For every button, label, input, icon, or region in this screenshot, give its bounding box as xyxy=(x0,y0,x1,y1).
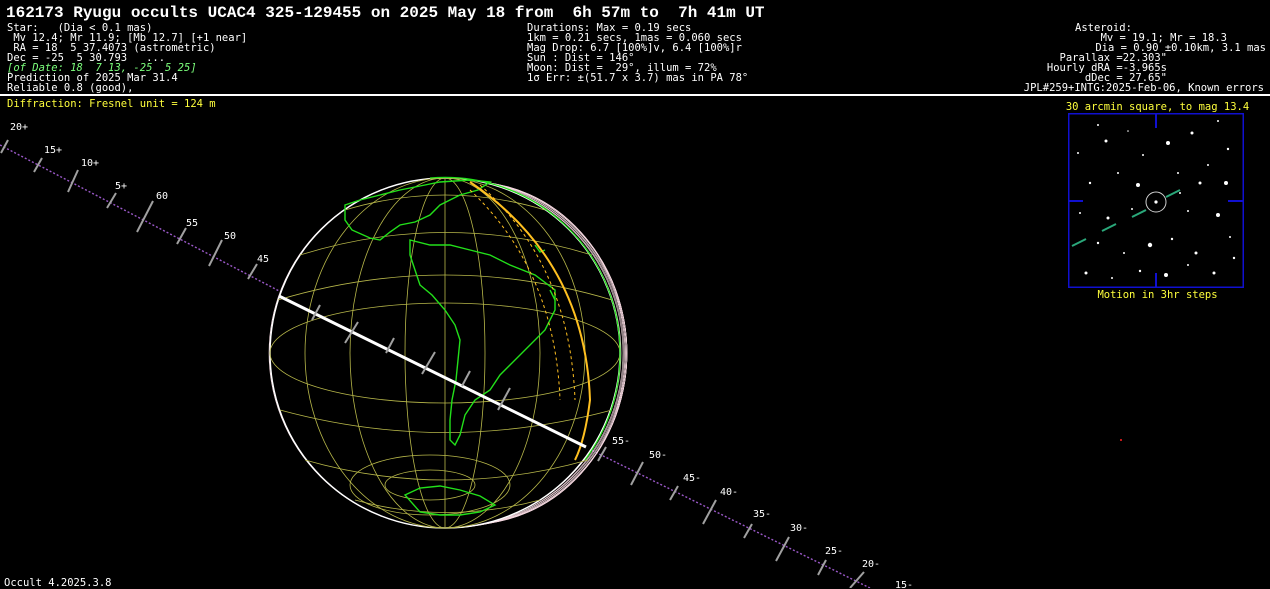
track-label: 45- xyxy=(683,473,701,484)
track-label: 20+ xyxy=(10,122,28,133)
track-label: 40- xyxy=(720,487,738,498)
marker-dot xyxy=(1120,439,1122,441)
track-label: 35- xyxy=(753,509,771,520)
track-label: 55- xyxy=(612,436,630,447)
track-label: 20- xyxy=(862,559,880,570)
track-label: 15+ xyxy=(44,145,62,156)
track-label: 10+ xyxy=(81,158,99,169)
app-version: Occult 4.2025.3.8 xyxy=(4,577,112,589)
track-label: 30- xyxy=(790,523,808,534)
track-label: 5+ xyxy=(115,181,127,192)
track-label: 15- xyxy=(895,580,913,588)
track-label: 50- xyxy=(649,450,667,461)
track-label: 45 xyxy=(257,254,269,265)
inset-title: 30 arcmin square, to mag 13.4 xyxy=(1065,101,1250,113)
track-label: 55 xyxy=(186,218,198,229)
track-label: 25- xyxy=(825,546,843,557)
track-label: 60 xyxy=(156,191,168,202)
star-field-inset xyxy=(1068,113,1244,288)
track-label: 50 xyxy=(224,231,236,242)
globe xyxy=(269,176,621,529)
inset-caption: Motion in 3hr steps xyxy=(1097,289,1218,301)
